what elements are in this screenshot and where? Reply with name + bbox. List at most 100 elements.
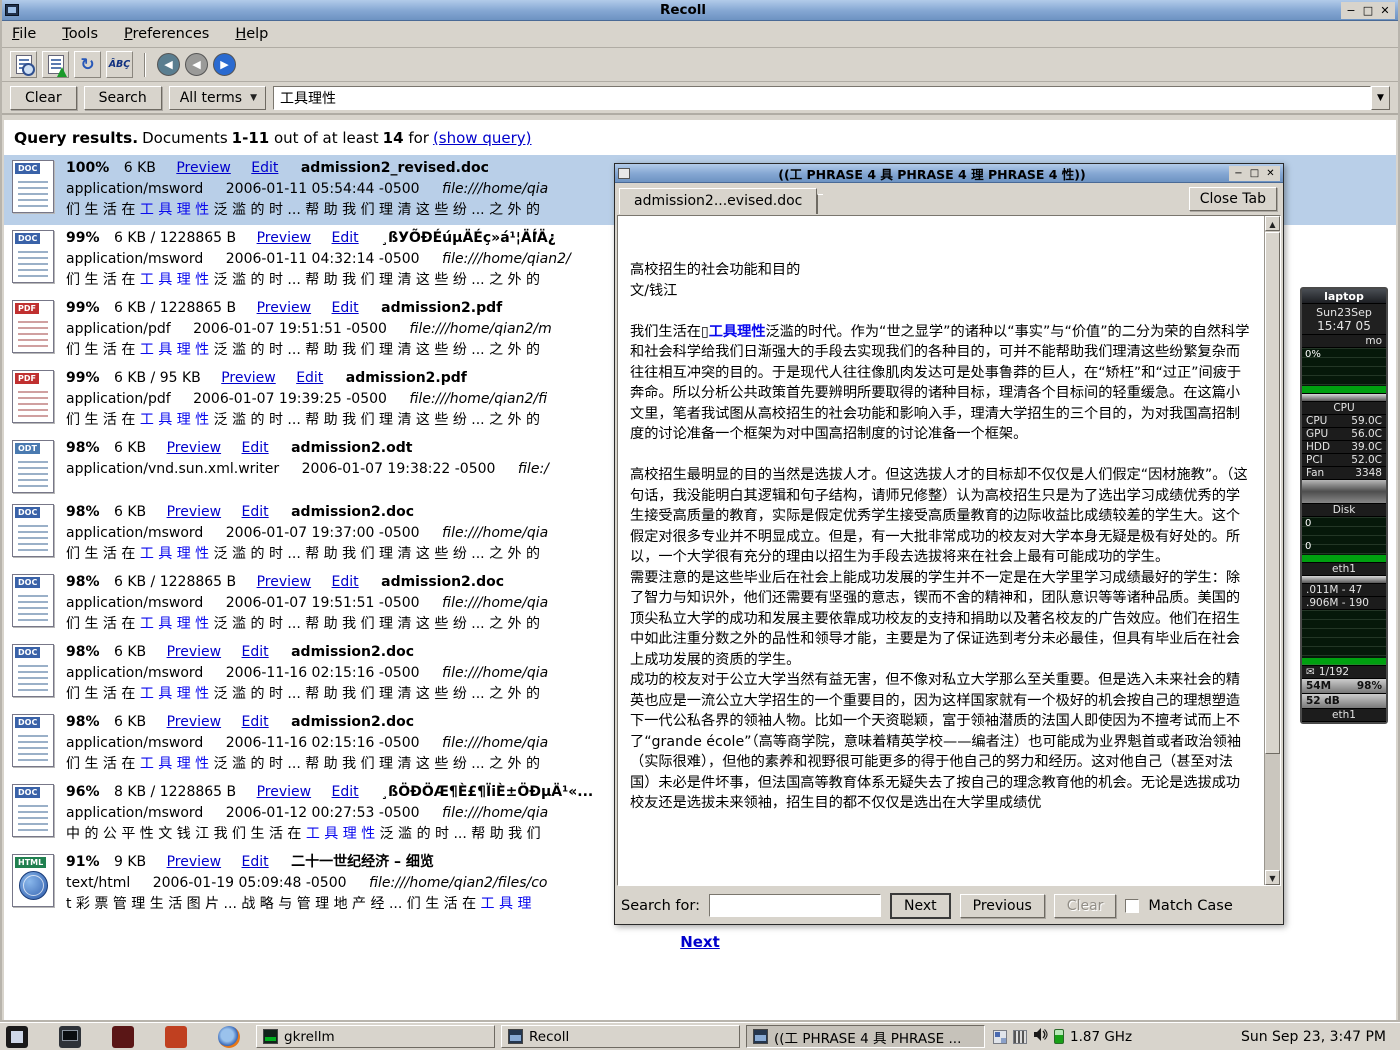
document-magnifier-icon bbox=[16, 55, 32, 74]
document-heading: 高校招生的社会功能和目的 bbox=[630, 260, 1254, 281]
result-mimetype: application/msword bbox=[66, 181, 203, 197]
close-tab-button[interactable]: Close Tab bbox=[1189, 187, 1277, 211]
close-icon[interactable]: ✕ bbox=[1377, 3, 1393, 18]
result-size: 6 KB bbox=[114, 440, 146, 456]
find-next-button[interactable]: Next bbox=[890, 893, 951, 919]
scrollbar-thumb[interactable] bbox=[1265, 232, 1280, 754]
titlebar[interactable]: Recoll − □ ✕ bbox=[2, 0, 1398, 21]
result-mimetype: application/vnd.sun.xml.writer bbox=[66, 461, 279, 477]
for-word: for bbox=[408, 129, 429, 147]
result-date: 2006-01-11 04:32:14 -0500 bbox=[226, 251, 420, 267]
search-input[interactable] bbox=[273, 86, 1371, 110]
refresh-button[interactable]: ↻ bbox=[74, 51, 101, 78]
volume-icon[interactable] bbox=[1033, 1027, 1048, 1046]
edit-link[interactable]: Edit bbox=[242, 854, 269, 870]
find-previous-button[interactable]: Previous bbox=[960, 894, 1045, 918]
first-page-icon[interactable]: ◀ bbox=[157, 53, 180, 76]
disk-title: Disk bbox=[1302, 504, 1386, 517]
result-score: 98% bbox=[66, 504, 100, 520]
result-score: 98% bbox=[66, 644, 100, 660]
edit-link[interactable]: Edit bbox=[242, 714, 269, 730]
taskbar-clock[interactable]: Sun Sep 23, 3:47 PM bbox=[1231, 1029, 1396, 1045]
gkrellm-monitor[interactable]: laptop Sun23Sep 15:47 05 mo 0% CPU CPU59… bbox=[1300, 287, 1388, 724]
document-paragraph: 我们生活在▯工具理性泛滥的时代。作为“世之显学”的诸种以“事实”与“价值”的二分… bbox=[630, 322, 1254, 445]
keyboard-layout-icon[interactable] bbox=[1013, 1030, 1027, 1044]
menu-help[interactable]: Help bbox=[235, 26, 268, 42]
history-dropdown-icon[interactable]: ▼ bbox=[1371, 86, 1390, 110]
preview-window-title: ((工 PHRASE 4 具 PHRASE 4 理 PHRASE 4 性)) bbox=[635, 164, 1229, 183]
search-mode-select[interactable]: All terms ▼ bbox=[169, 86, 266, 110]
mail-row: ✉1/192 bbox=[1302, 666, 1386, 679]
net-row: .906M - 190 bbox=[1302, 597, 1386, 610]
preview-titlebar[interactable]: ((工 PHRASE 4 具 PHRASE 4 理 PHRASE 4 性)) −… bbox=[615, 164, 1283, 183]
task-preview[interactable]: ((工 PHRASE 4 具 PHRASE ... bbox=[746, 1025, 985, 1048]
next-page-link[interactable]: Next bbox=[680, 933, 720, 951]
minimize-icon[interactable]: − bbox=[1231, 167, 1246, 180]
edit-link[interactable]: Edit bbox=[332, 574, 359, 590]
preview-link[interactable]: Preview bbox=[167, 440, 222, 456]
clear-button[interactable]: Clear bbox=[10, 86, 77, 110]
highlighted-snippet-term: 工 具 理 性 bbox=[140, 202, 209, 218]
edit-link[interactable]: Edit bbox=[332, 230, 359, 246]
result-title: admission2_revised.doc bbox=[301, 160, 489, 176]
preview-scrollbar[interactable]: ▲ ▼ bbox=[1264, 216, 1280, 885]
preview-task-icon bbox=[753, 1029, 768, 1044]
next-page-icon[interactable]: ▶ bbox=[213, 53, 236, 76]
edit-link[interactable]: Edit bbox=[242, 440, 269, 456]
launcher-firefox-icon[interactable] bbox=[218, 1026, 240, 1048]
launcher-mail-icon[interactable] bbox=[165, 1026, 187, 1048]
task-gkrellm[interactable]: gkrellm bbox=[256, 1025, 495, 1048]
sensors-title: CPU bbox=[1302, 402, 1386, 415]
gkrellm-bottom-label: eth1 bbox=[1302, 709, 1386, 722]
preview-link[interactable]: Preview bbox=[257, 230, 312, 246]
preview-tab[interactable]: admission2...evised.doc bbox=[619, 188, 817, 214]
pager-icon[interactable] bbox=[993, 1030, 1007, 1044]
preview-link[interactable]: Preview bbox=[257, 300, 312, 316]
query-details-button[interactable] bbox=[10, 51, 37, 78]
edit-link[interactable]: Edit bbox=[242, 504, 269, 520]
menu-tools[interactable]: Tools bbox=[62, 26, 98, 42]
result-title: 二十一世纪经济 – 细览 bbox=[291, 854, 434, 870]
power-icon[interactable] bbox=[1054, 1029, 1064, 1044]
edit-link[interactable]: Edit bbox=[332, 784, 359, 800]
preview-link[interactable]: Preview bbox=[257, 574, 312, 590]
preview-text[interactable]: 高校招生的社会功能和目的 文/钱江 我们生活在▯工具理性泛滥的时代。作为“世之显… bbox=[618, 216, 1264, 885]
recoll-task-icon bbox=[508, 1029, 523, 1044]
launcher-desktop-icon[interactable] bbox=[6, 1026, 28, 1048]
result-title: admission2.doc bbox=[291, 504, 414, 520]
menu-file[interactable]: File bbox=[12, 26, 36, 42]
search-mode-value: All terms bbox=[180, 90, 242, 106]
preview-link[interactable]: Preview bbox=[167, 854, 222, 870]
launcher-media-icon[interactable] bbox=[112, 1026, 134, 1048]
edit-link[interactable]: Edit bbox=[332, 300, 359, 316]
preview-link[interactable]: Preview bbox=[176, 160, 231, 176]
minimize-icon[interactable]: − bbox=[1343, 3, 1359, 18]
scroll-up-icon[interactable]: ▲ bbox=[1265, 216, 1280, 231]
task-recoll[interactable]: Recoll bbox=[501, 1025, 740, 1048]
edit-link[interactable]: Edit bbox=[242, 644, 269, 660]
menu-preferences[interactable]: Preferences bbox=[124, 26, 209, 42]
edit-link[interactable]: Edit bbox=[251, 160, 278, 176]
sort-parameters-button[interactable] bbox=[42, 51, 69, 78]
preview-link[interactable]: Preview bbox=[257, 784, 312, 800]
match-case-checkbox[interactable] bbox=[1125, 899, 1139, 913]
disk-chart: 0 0 bbox=[1302, 517, 1386, 563]
result-score: 99% bbox=[66, 230, 100, 246]
preview-link[interactable]: Preview bbox=[167, 644, 222, 660]
preview-link[interactable]: Preview bbox=[167, 714, 222, 730]
preview-link[interactable]: Preview bbox=[221, 370, 276, 386]
search-button[interactable]: Search bbox=[84, 86, 162, 110]
result-url: file:///home/qia bbox=[442, 525, 548, 541]
launcher-terminal-icon[interactable] bbox=[59, 1026, 81, 1048]
prev-page-icon[interactable]: ◀ bbox=[185, 53, 208, 76]
preview-search-input[interactable] bbox=[709, 894, 881, 917]
close-icon[interactable]: ✕ bbox=[1263, 167, 1278, 180]
edit-link[interactable]: Edit bbox=[296, 370, 323, 386]
maximize-icon[interactable]: □ bbox=[1247, 167, 1262, 180]
preview-link[interactable]: Preview bbox=[167, 504, 222, 520]
term-explorer-button[interactable]: ÂBÇ bbox=[106, 51, 133, 78]
maximize-icon[interactable]: □ bbox=[1360, 3, 1376, 18]
find-clear-button[interactable]: Clear bbox=[1054, 894, 1117, 918]
show-query-link[interactable]: (show query) bbox=[433, 129, 532, 147]
scroll-down-icon[interactable]: ▼ bbox=[1265, 870, 1280, 885]
